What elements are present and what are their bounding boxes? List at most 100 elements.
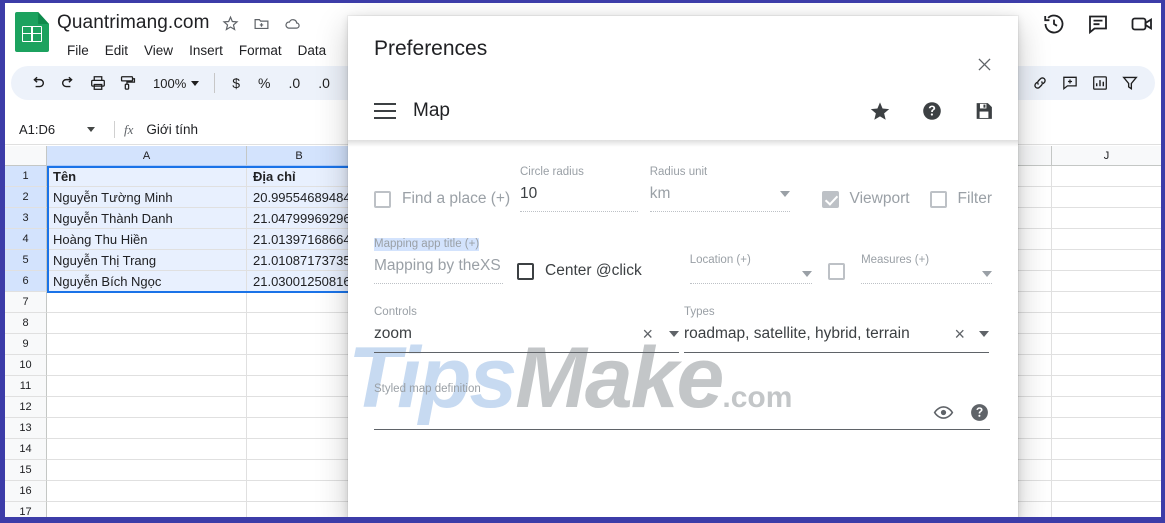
formula-input[interactable]: Giới tính bbox=[146, 122, 198, 137]
cell-b14[interactable] bbox=[247, 439, 352, 460]
menu-file[interactable]: File bbox=[59, 40, 97, 61]
row-header-10[interactable]: 10 bbox=[5, 355, 47, 376]
row-header-14[interactable]: 14 bbox=[5, 439, 47, 460]
cell-b6[interactable]: 21.03001250816 bbox=[247, 271, 352, 292]
cell-a11[interactable] bbox=[47, 376, 247, 397]
cell-j11[interactable] bbox=[1052, 376, 1161, 397]
controls-field[interactable]: Controls zoom × bbox=[374, 306, 679, 353]
name-box[interactable]: A1:D6 bbox=[5, 122, 105, 137]
cell-b16[interactable] bbox=[247, 481, 352, 502]
column-header-j[interactable]: J bbox=[1052, 146, 1161, 166]
row-header-4[interactable]: 4 bbox=[5, 229, 47, 250]
cell-j13[interactable] bbox=[1052, 418, 1161, 439]
star-icon[interactable] bbox=[221, 13, 241, 33]
increase-decimal-button[interactable]: .0 bbox=[309, 75, 339, 91]
cell-j10[interactable] bbox=[1052, 355, 1161, 376]
cell-b5[interactable]: 21.01087173735 bbox=[247, 250, 352, 271]
cell-a13[interactable] bbox=[47, 418, 247, 439]
cell-a9[interactable] bbox=[47, 334, 247, 355]
row-header-1[interactable]: 1 bbox=[5, 166, 47, 187]
cell-b3[interactable]: 21.04799969296 bbox=[247, 208, 352, 229]
chevron-down-icon[interactable] bbox=[779, 191, 790, 197]
menu-edit[interactable]: Edit bbox=[97, 40, 136, 61]
cell-j5[interactable] bbox=[1052, 250, 1161, 271]
viewport-checkbox[interactable] bbox=[821, 190, 839, 208]
chevron-down-icon[interactable] bbox=[979, 331, 989, 337]
row-header-6[interactable]: 6 bbox=[5, 271, 47, 292]
menu-data[interactable]: Data bbox=[290, 40, 335, 61]
column-header-b[interactable]: B bbox=[247, 146, 352, 166]
cell-b12[interactable] bbox=[247, 397, 352, 418]
insert-chart-icon[interactable] bbox=[1085, 69, 1115, 97]
cell-a8[interactable] bbox=[47, 313, 247, 334]
mapping-app-title-input[interactable]: Mapping by theXS bbox=[374, 255, 504, 284]
row-header-5[interactable]: 5 bbox=[5, 250, 47, 271]
styled-map-definition-field[interactable]: Styled map definition bbox=[374, 383, 990, 430]
row-header-8[interactable]: 8 bbox=[5, 313, 47, 334]
menu-format[interactable]: Format bbox=[231, 40, 290, 61]
cloud-saved-icon[interactable] bbox=[283, 13, 303, 33]
cell-a1[interactable]: Tên bbox=[47, 166, 247, 187]
cell-b13[interactable] bbox=[247, 418, 352, 439]
cell-a5[interactable]: Nguyễn Thị Trang bbox=[47, 250, 247, 271]
mapping-app-title-field[interactable]: Mapping app title (+) Mapping by theXS bbox=[374, 234, 504, 284]
row-header-9[interactable]: 9 bbox=[5, 334, 47, 355]
cell-j6[interactable] bbox=[1052, 271, 1161, 292]
cell-b2[interactable]: 20.99554689484 bbox=[247, 187, 352, 208]
redo-icon[interactable] bbox=[53, 69, 83, 97]
row-header-3[interactable]: 3 bbox=[5, 208, 47, 229]
zoom-level-selector[interactable]: 100% bbox=[143, 76, 206, 91]
cell-j4[interactable] bbox=[1052, 229, 1161, 250]
center-at-click-field[interactable]: Center @click bbox=[517, 262, 642, 284]
cell-j1[interactable] bbox=[1052, 166, 1161, 187]
radius-unit-field[interactable]: Radius unit km bbox=[649, 166, 790, 212]
cell-j16[interactable] bbox=[1052, 481, 1161, 502]
cell-j3[interactable] bbox=[1052, 208, 1161, 229]
row-header-13[interactable]: 13 bbox=[5, 418, 47, 439]
help-icon[interactable] bbox=[920, 99, 944, 123]
comment-icon[interactable] bbox=[1085, 11, 1111, 37]
row-header-11[interactable]: 11 bbox=[5, 376, 47, 397]
types-clear-icon[interactable]: × bbox=[954, 325, 965, 343]
row-header-15[interactable]: 15 bbox=[5, 460, 47, 481]
cell-j2[interactable] bbox=[1052, 187, 1161, 208]
cell-a7[interactable] bbox=[47, 292, 247, 313]
cell-j7[interactable] bbox=[1052, 292, 1161, 313]
cell-a3[interactable]: Nguyễn Thành Danh bbox=[47, 208, 247, 229]
save-icon[interactable] bbox=[972, 99, 996, 123]
menu-insert[interactable]: Insert bbox=[181, 40, 231, 61]
cell-a4[interactable]: Hoàng Thu Hiền bbox=[47, 229, 247, 250]
center-at-click-checkbox[interactable] bbox=[517, 262, 535, 280]
meet-video-icon[interactable] bbox=[1129, 11, 1155, 37]
insert-link-icon[interactable] bbox=[1025, 69, 1055, 97]
cell-b1[interactable]: Địa chỉ bbox=[247, 166, 352, 187]
move-to-folder-icon[interactable] bbox=[252, 13, 272, 33]
hamburger-menu-icon[interactable] bbox=[374, 103, 396, 119]
row-header-16[interactable]: 16 bbox=[5, 481, 47, 502]
circle-radius-field[interactable]: Circle radius 10 bbox=[519, 166, 638, 212]
print-icon[interactable] bbox=[83, 69, 113, 97]
paint-format-icon[interactable] bbox=[113, 69, 143, 97]
cell-j8[interactable] bbox=[1052, 313, 1161, 334]
row-header-7[interactable]: 7 bbox=[5, 292, 47, 313]
cell-b9[interactable] bbox=[247, 334, 352, 355]
star-icon[interactable] bbox=[868, 99, 892, 123]
measures-field[interactable]: Measures (+) bbox=[861, 254, 992, 284]
filter-icon[interactable] bbox=[1115, 69, 1145, 97]
cell-b11[interactable] bbox=[247, 376, 352, 397]
cell-a10[interactable] bbox=[47, 355, 247, 376]
percent-format-button[interactable]: % bbox=[249, 75, 279, 91]
find-a-place-field[interactable]: Find a place (+) bbox=[374, 190, 512, 212]
select-all-corner[interactable] bbox=[5, 146, 47, 166]
eye-icon[interactable] bbox=[932, 402, 954, 424]
cell-a16[interactable] bbox=[47, 481, 247, 502]
chevron-down-icon[interactable] bbox=[669, 331, 679, 337]
cell-b7[interactable] bbox=[247, 292, 352, 313]
cell-j14[interactable] bbox=[1052, 439, 1161, 460]
viewport-field[interactable]: Viewport bbox=[821, 190, 910, 212]
cell-a12[interactable] bbox=[47, 397, 247, 418]
chevron-down-icon[interactable] bbox=[802, 271, 813, 277]
document-title[interactable]: Quantrimang.com bbox=[57, 12, 210, 34]
cell-b10[interactable] bbox=[247, 355, 352, 376]
cell-a15[interactable] bbox=[47, 460, 247, 481]
